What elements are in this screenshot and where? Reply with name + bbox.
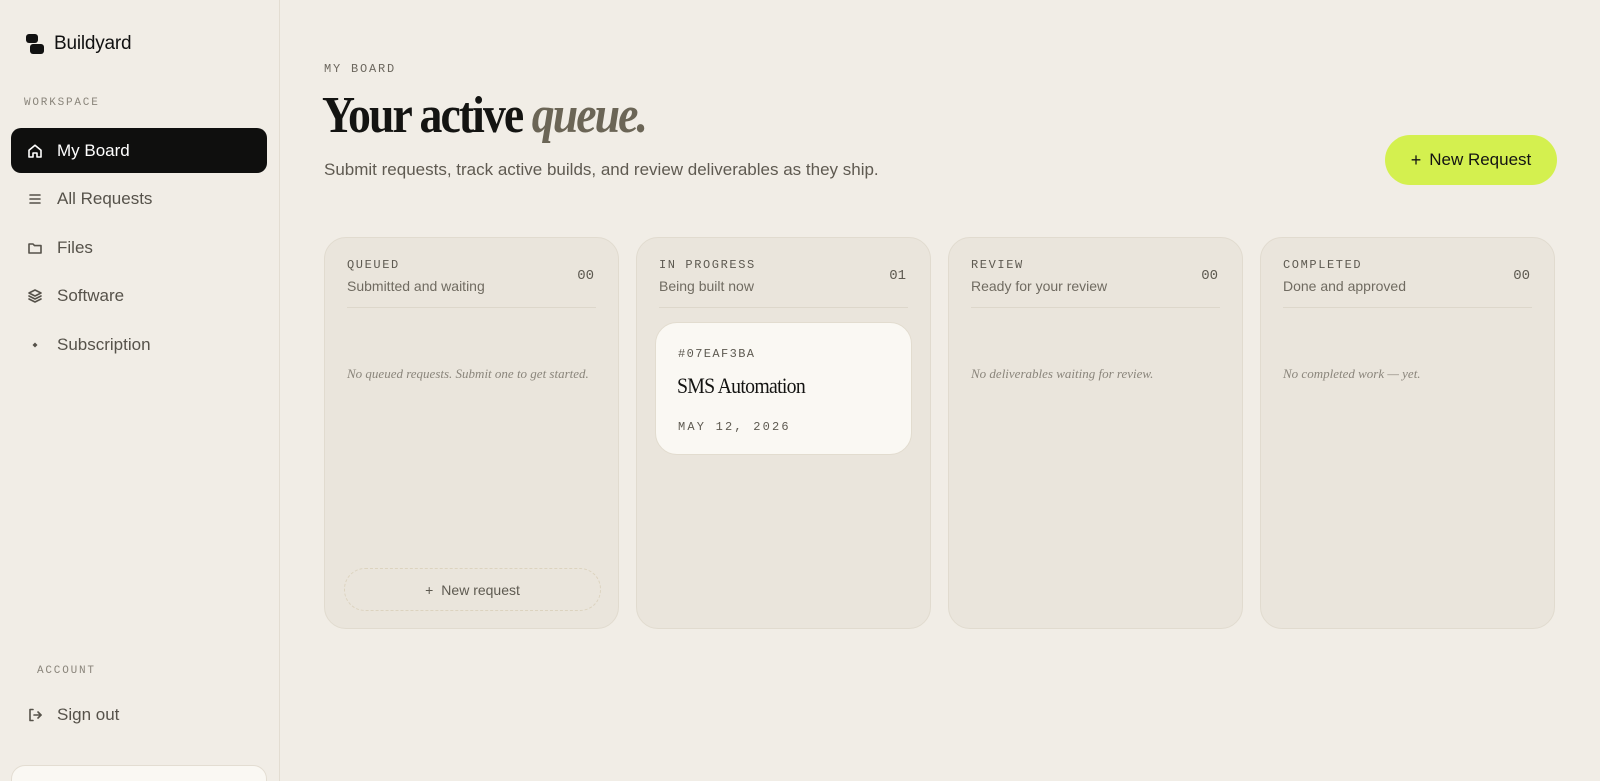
plus-icon: +	[1410, 150, 1422, 170]
sign-out-button[interactable]: Sign out	[11, 692, 267, 737]
plus-icon: +	[425, 581, 434, 598]
main-content: MY BOARD Your active queue. Submit reque…	[280, 0, 1600, 781]
request-card[interactable]: #07EAF3BA SMS Automation MAY 12, 2026	[655, 322, 912, 455]
empty-state-message: No deliverables waiting for review.	[971, 366, 1154, 381]
sidebar-item-files[interactable]: Files	[11, 225, 267, 270]
column-completed: COMPLETED Done and approved 00 No comple…	[1260, 237, 1555, 629]
empty-state-message: No queued requests. Submit one to get st…	[347, 366, 589, 381]
sidebar-nav: My Board All Requests Files Software Sub…	[11, 128, 267, 371]
page-subtitle: Submit requests, track active builds, an…	[324, 160, 879, 179]
request-date: MAY 12, 2026	[678, 420, 791, 434]
folder-icon	[27, 240, 43, 256]
sidebar-item-label: Subscription	[57, 334, 151, 354]
column-subtitle: Submitted and waiting	[347, 278, 485, 294]
page-title-italic: queue.	[531, 87, 648, 144]
list-icon	[27, 191, 43, 207]
home-icon	[27, 143, 43, 159]
sidebar-item-label: My Board	[57, 140, 130, 160]
sidebar-item-label: Files	[57, 237, 93, 257]
brand-name: Buildyard	[54, 33, 132, 54]
column-title: REVIEW	[971, 258, 1024, 272]
workspace-section-label: WORKSPACE	[24, 97, 100, 109]
sidebar-item-software[interactable]: Software	[11, 274, 267, 319]
column-count: 00	[1201, 268, 1218, 284]
sidebar: Buildyard WORKSPACE My Board All Request…	[0, 0, 280, 781]
empty-state-message: No completed work — yet.	[1283, 366, 1421, 381]
sign-out-icon	[27, 707, 43, 723]
request-title: SMS Automation	[677, 373, 806, 398]
column-new-request-label: New request	[441, 581, 520, 598]
sign-out-label: Sign out	[57, 704, 120, 724]
column-title: IN PROGRESS	[659, 258, 756, 272]
buildyard-logo-icon	[26, 34, 44, 54]
column-title: QUEUED	[347, 258, 400, 272]
page-title: Your active queue.	[322, 86, 648, 145]
column-count: 00	[577, 268, 594, 284]
column-review: REVIEW Ready for your review 00 No deliv…	[948, 237, 1243, 629]
sidebar-item-all-requests[interactable]: All Requests	[11, 177, 267, 222]
column-subtitle: Being built now	[659, 278, 754, 294]
new-request-button[interactable]: + New Request	[1385, 135, 1557, 185]
column-header: REVIEW Ready for your review 00	[971, 258, 1220, 308]
column-header: IN PROGRESS Being built now 01	[659, 258, 908, 308]
account-section-label: ACCOUNT	[37, 665, 96, 677]
layers-icon	[27, 288, 43, 304]
column-subtitle: Done and approved	[1283, 278, 1406, 294]
page-eyebrow: MY BOARD	[324, 62, 397, 76]
column-in-progress: IN PROGRESS Being built now 01 #07EAF3BA…	[636, 237, 931, 629]
column-new-request-button[interactable]: + New request	[344, 568, 601, 611]
column-subtitle: Ready for your review	[971, 278, 1108, 294]
column-title: COMPLETED	[1283, 258, 1363, 272]
brand[interactable]: Buildyard	[26, 33, 132, 55]
diamond-icon	[27, 337, 43, 353]
page-title-plain: Your active	[322, 87, 524, 144]
column-queued: QUEUED Submitted and waiting 00 No queue…	[324, 237, 619, 629]
user-card[interactable]	[11, 765, 267, 781]
column-header: COMPLETED Done and approved 00	[1283, 258, 1532, 308]
column-count: 01	[889, 268, 906, 284]
sidebar-item-subscription[interactable]: Subscription	[11, 322, 267, 367]
sidebar-item-my-board[interactable]: My Board	[11, 128, 267, 173]
sidebar-item-label: All Requests	[57, 189, 153, 208]
column-count: 00	[1513, 268, 1530, 284]
column-header: QUEUED Submitted and waiting 00	[347, 258, 596, 308]
sidebar-item-label: Software	[57, 286, 125, 305]
new-request-label: New Request	[1429, 150, 1532, 169]
request-id: #07EAF3BA	[678, 347, 756, 361]
